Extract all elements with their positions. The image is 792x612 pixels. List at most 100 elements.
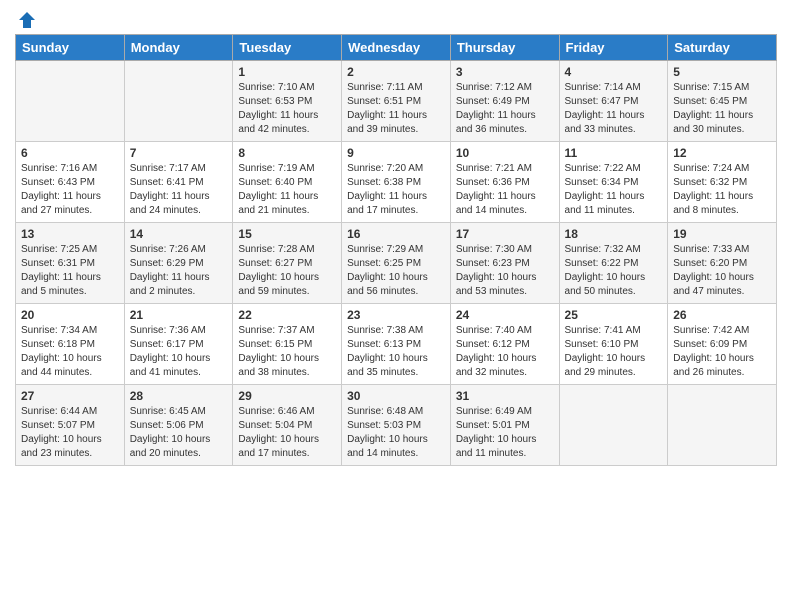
calendar-week-4: 20Sunrise: 7:34 AMSunset: 6:18 PMDayligh… — [16, 304, 777, 385]
calendar-cell: 30Sunrise: 6:48 AMSunset: 5:03 PMDayligh… — [342, 385, 451, 466]
calendar-cell: 13 Sunrise: 7:25 AMSunset: 6:31 PMDayligh… — [16, 223, 125, 304]
day-number: 16 — [347, 227, 445, 241]
col-header-tuesday: Tuesday — [233, 35, 342, 61]
logo-icon — [17, 10, 37, 30]
calendar-cell: 25Sunrise: 7:41 AMSunset: 6:10 PMDayligh… — [559, 304, 668, 385]
day-number: 13 — [21, 227, 119, 241]
calendar-cell: 24 Sunrise: 7:40 AMSunset: 6:12 PMDayligh… — [450, 304, 559, 385]
calendar-week-5: 27 Sunrise: 6:44 AMSunset: 5:07 PMDayligh… — [16, 385, 777, 466]
day-detail: Sunrise: 7:25 AMSunset: 6:31 PMDaylight:… — [21, 244, 101, 297]
day-number: 2 — [347, 65, 445, 79]
calendar-cell — [16, 61, 125, 142]
calendar-cell: 28Sunrise: 6:45 AMSunset: 5:06 PMDayligh… — [124, 385, 233, 466]
col-header-saturday: Saturday — [668, 35, 777, 61]
calendar-cell: 3 Sunrise: 7:12 AMSunset: 6:49 PMDaylight… — [450, 61, 559, 142]
day-number: 7 — [130, 146, 228, 160]
day-number: 10 — [456, 146, 554, 160]
day-detail: Sunrise: 7:32 AMSunset: 6:22 PMDaylight:… — [565, 244, 646, 297]
day-number: 9 — [347, 146, 445, 160]
calendar-week-2: 6Sunrise: 7:16 AMSunset: 6:43 PMDaylight… — [16, 142, 777, 223]
day-number: 3 — [456, 65, 554, 79]
day-detail: Sunrise: 7:42 AMSunset: 6:09 PMDaylight:… — [673, 325, 754, 378]
calendar-cell — [559, 385, 668, 466]
day-number: 23 — [347, 308, 445, 322]
day-number: 26 — [673, 308, 771, 322]
day-number: 24 — [456, 308, 554, 322]
day-detail: Sunrise: 6:44 AMSunset: 5:07 PMDaylight:… — [21, 406, 102, 459]
calendar-cell: 4Sunrise: 7:14 AMSunset: 6:47 PMDaylight… — [559, 61, 668, 142]
day-number: 4 — [565, 65, 663, 79]
day-detail: Sunrise: 7:20 AMSunset: 6:38 PMDaylight:… — [347, 163, 427, 216]
day-detail: Sunrise: 6:48 AMSunset: 5:03 PMDaylight:… — [347, 406, 428, 459]
day-detail: Sunrise: 7:17 AMSunset: 6:41 PMDaylight:… — [130, 163, 210, 216]
col-header-monday: Monday — [124, 35, 233, 61]
calendar-header-row: SundayMondayTuesdayWednesdayThursdayFrid… — [16, 35, 777, 61]
day-number: 14 — [130, 227, 228, 241]
day-detail: Sunrise: 7:15 AMSunset: 6:45 PMDaylight:… — [673, 82, 753, 135]
day-number: 29 — [238, 389, 336, 403]
day-number: 1 — [238, 65, 336, 79]
calendar-cell: 20Sunrise: 7:34 AMSunset: 6:18 PMDayligh… — [16, 304, 125, 385]
calendar-cell: 16 Sunrise: 7:29 AMSunset: 6:25 PMDayligh… — [342, 223, 451, 304]
col-header-friday: Friday — [559, 35, 668, 61]
calendar-cell: 31 Sunrise: 6:49 AMSunset: 5:01 PMDayligh… — [450, 385, 559, 466]
calendar-cell — [124, 61, 233, 142]
calendar-cell: 6Sunrise: 7:16 AMSunset: 6:43 PMDaylight… — [16, 142, 125, 223]
day-detail: Sunrise: 7:24 AMSunset: 6:32 PMDaylight:… — [673, 163, 753, 216]
calendar-cell: 2 Sunrise: 7:11 AMSunset: 6:51 PMDaylight… — [342, 61, 451, 142]
calendar-cell: 7 Sunrise: 7:17 AMSunset: 6:41 PMDaylight… — [124, 142, 233, 223]
calendar-cell: 14 Sunrise: 7:26 AMSunset: 6:29 PMDayligh… — [124, 223, 233, 304]
calendar-cell: 22Sunrise: 7:37 AMSunset: 6:15 PMDayligh… — [233, 304, 342, 385]
day-number: 5 — [673, 65, 771, 79]
day-number: 19 — [673, 227, 771, 241]
day-number: 11 — [565, 146, 663, 160]
day-number: 27 — [21, 389, 119, 403]
calendar-cell: 18 Sunrise: 7:32 AMSunset: 6:22 PMDayligh… — [559, 223, 668, 304]
header — [15, 10, 777, 26]
day-detail: Sunrise: 7:29 AMSunset: 6:25 PMDaylight:… — [347, 244, 428, 297]
calendar-week-3: 13 Sunrise: 7:25 AMSunset: 6:31 PMDayligh… — [16, 223, 777, 304]
page: SundayMondayTuesdayWednesdayThursdayFrid… — [0, 0, 792, 612]
logo — [15, 10, 37, 26]
day-number: 17 — [456, 227, 554, 241]
calendar-cell: 8Sunrise: 7:19 AMSunset: 6:40 PMDaylight… — [233, 142, 342, 223]
calendar-cell: 21 Sunrise: 7:36 AMSunset: 6:17 PMDayligh… — [124, 304, 233, 385]
day-detail: Sunrise: 7:16 AMSunset: 6:43 PMDaylight:… — [21, 163, 101, 216]
day-number: 21 — [130, 308, 228, 322]
day-detail: Sunrise: 7:12 AMSunset: 6:49 PMDaylight:… — [456, 82, 536, 135]
calendar-cell — [668, 385, 777, 466]
calendar: SundayMondayTuesdayWednesdayThursdayFrid… — [15, 34, 777, 466]
calendar-week-1: 1 Sunrise: 7:10 AMSunset: 6:53 PMDaylight… — [16, 61, 777, 142]
calendar-cell: 17 Sunrise: 7:30 AMSunset: 6:23 PMDayligh… — [450, 223, 559, 304]
calendar-cell: 26 Sunrise: 7:42 AMSunset: 6:09 PMDayligh… — [668, 304, 777, 385]
day-number: 18 — [565, 227, 663, 241]
day-number: 8 — [238, 146, 336, 160]
day-number: 31 — [456, 389, 554, 403]
calendar-cell: 29 Sunrise: 6:46 AMSunset: 5:04 PMDayligh… — [233, 385, 342, 466]
calendar-cell: 10 Sunrise: 7:21 AMSunset: 6:36 PMDayligh… — [450, 142, 559, 223]
day-detail: Sunrise: 7:33 AMSunset: 6:20 PMDaylight:… — [673, 244, 754, 297]
day-detail: Sunrise: 7:21 AMSunset: 6:36 PMDaylight:… — [456, 163, 536, 216]
col-header-sunday: Sunday — [16, 35, 125, 61]
calendar-cell: 12 Sunrise: 7:24 AMSunset: 6:32 PMDayligh… — [668, 142, 777, 223]
day-detail: Sunrise: 7:26 AMSunset: 6:29 PMDaylight:… — [130, 244, 210, 297]
day-detail: Sunrise: 7:36 AMSunset: 6:17 PMDaylight:… — [130, 325, 211, 378]
day-detail: Sunrise: 6:49 AMSunset: 5:01 PMDaylight:… — [456, 406, 537, 459]
calendar-cell: 27 Sunrise: 6:44 AMSunset: 5:07 PMDayligh… — [16, 385, 125, 466]
calendar-cell: 9 Sunrise: 7:20 AMSunset: 6:38 PMDaylight… — [342, 142, 451, 223]
day-detail: Sunrise: 7:40 AMSunset: 6:12 PMDaylight:… — [456, 325, 537, 378]
calendar-cell: 1 Sunrise: 7:10 AMSunset: 6:53 PMDaylight… — [233, 61, 342, 142]
day-detail: Sunrise: 7:10 AMSunset: 6:53 PMDaylight:… — [238, 82, 318, 135]
day-detail: Sunrise: 7:34 AMSunset: 6:18 PMDaylight:… — [21, 325, 102, 378]
day-detail: Sunrise: 7:30 AMSunset: 6:23 PMDaylight:… — [456, 244, 537, 297]
day-detail: Sunrise: 7:11 AMSunset: 6:51 PMDaylight:… — [347, 82, 427, 135]
col-header-wednesday: Wednesday — [342, 35, 451, 61]
day-detail: Sunrise: 7:28 AMSunset: 6:27 PMDaylight:… — [238, 244, 319, 297]
day-number: 12 — [673, 146, 771, 160]
calendar-cell: 5 Sunrise: 7:15 AMSunset: 6:45 PMDaylight… — [668, 61, 777, 142]
calendar-cell: 23Sunrise: 7:38 AMSunset: 6:13 PMDayligh… — [342, 304, 451, 385]
calendar-cell: 19 Sunrise: 7:33 AMSunset: 6:20 PMDayligh… — [668, 223, 777, 304]
day-number: 15 — [238, 227, 336, 241]
day-detail: Sunrise: 6:46 AMSunset: 5:04 PMDaylight:… — [238, 406, 319, 459]
day-detail: Sunrise: 6:45 AMSunset: 5:06 PMDaylight:… — [130, 406, 211, 459]
